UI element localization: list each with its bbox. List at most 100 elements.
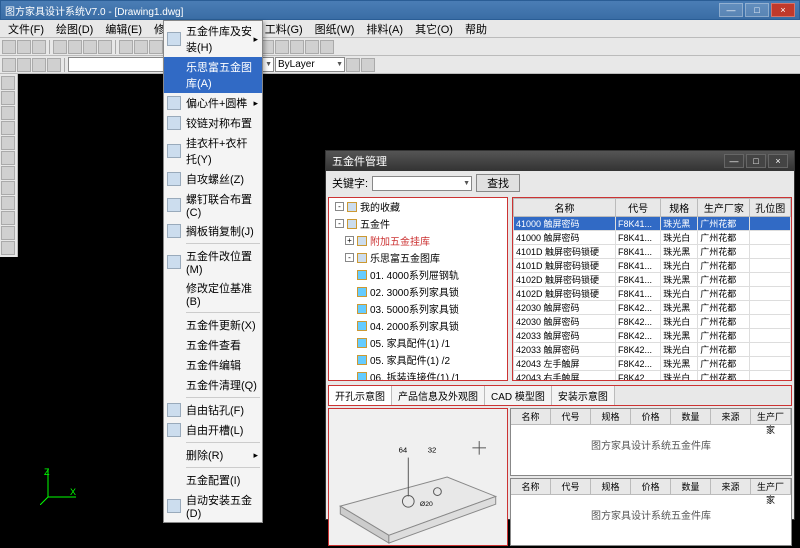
- tool-icon[interactable]: [346, 58, 360, 72]
- grid-cell[interactable]: 珠光黑: [661, 245, 698, 259]
- menu-item[interactable]: 螺钉联合布置(C): [164, 189, 262, 221]
- maximize-button[interactable]: □: [745, 3, 769, 17]
- grid-cell[interactable]: 4101D 触屏密码锁硬: [514, 245, 616, 259]
- grid-cell[interactable]: F8K42...: [615, 343, 660, 357]
- menu-item[interactable]: 自由开槽(L): [164, 420, 262, 440]
- grid-cell[interactable]: 广州花都: [698, 357, 750, 371]
- tree-node[interactable]: -乐思富五金图库: [329, 249, 507, 266]
- grid-cell[interactable]: 42043 右手触屏: [514, 371, 616, 382]
- grid-cell[interactable]: [750, 217, 791, 231]
- tree-node[interactable]: 05. 家具配件(1) /1: [329, 334, 507, 351]
- menu-item[interactable]: 铰链对称布置: [164, 113, 262, 133]
- grid-header[interactable]: 孔位图: [750, 199, 791, 217]
- tab[interactable]: 产品信息及外观图: [392, 386, 485, 405]
- grid-cell[interactable]: F8K42...: [615, 329, 660, 343]
- tool-icon[interactable]: [1, 151, 15, 165]
- grid-cell[interactable]: 42033 触屏密码: [514, 329, 616, 343]
- tool-icon[interactable]: [1, 241, 15, 255]
- tool-icon[interactable]: [32, 58, 46, 72]
- tool-icon[interactable]: [305, 40, 319, 54]
- close-button[interactable]: ×: [771, 3, 795, 17]
- tree-node[interactable]: 04. 2000系列家具锁: [329, 317, 507, 334]
- grid-cell[interactable]: 42030 触屏密码: [514, 315, 616, 329]
- grid-cell[interactable]: 广州花都: [698, 273, 750, 287]
- grid-cell[interactable]: 广州花都: [698, 287, 750, 301]
- menu-item[interactable]: 绘图(D): [50, 20, 99, 38]
- grid-cell[interactable]: 珠光白: [661, 287, 698, 301]
- tool-icon[interactable]: [134, 40, 148, 54]
- hw-maximize-button[interactable]: □: [746, 154, 766, 168]
- tool-icon[interactable]: [320, 40, 334, 54]
- menu-item[interactable]: 工料(G): [259, 20, 309, 38]
- grid-cell[interactable]: 41000 触屏密码: [514, 231, 616, 245]
- grid-header[interactable]: 代号: [615, 199, 660, 217]
- tool-icon[interactable]: [32, 40, 46, 54]
- tree-node[interactable]: 06. 拆装连接件(1) /1: [329, 368, 507, 381]
- grid-cell[interactable]: 广州花都: [698, 315, 750, 329]
- tool-icon[interactable]: [83, 40, 97, 54]
- hw-minimize-button[interactable]: —: [724, 154, 744, 168]
- menu-item[interactable]: 自由钻孔(F): [164, 400, 262, 420]
- menu-item[interactable]: 五金件查看: [164, 335, 262, 355]
- hardware-tree[interactable]: -我的收藏-五金件+附加五金挂库-乐思富五金图库01. 4000系列屉钢轨02.…: [328, 197, 508, 381]
- tab[interactable]: 开孔示意图: [329, 386, 392, 405]
- tool-icon[interactable]: [1, 121, 15, 135]
- tool-icon[interactable]: [2, 58, 16, 72]
- search-button[interactable]: 查找: [476, 174, 520, 192]
- grid-cell[interactable]: 珠光黑: [661, 357, 698, 371]
- menu-item[interactable]: 帮助: [459, 20, 493, 38]
- menu-item[interactable]: 搁板销复制(J): [164, 221, 262, 241]
- grid-cell[interactable]: 珠光黑: [661, 273, 698, 287]
- grid-cell[interactable]: [750, 343, 791, 357]
- grid-cell[interactable]: F8K42...: [615, 371, 660, 382]
- menu-item[interactable]: 自动安装五金(D): [164, 490, 262, 522]
- tool-icon[interactable]: [1, 226, 15, 240]
- grid-cell[interactable]: [750, 245, 791, 259]
- hardware-grid[interactable]: 名称代号规格生产厂家孔位图41000 触屏密码F8K41...珠光黑广州花都41…: [512, 197, 792, 381]
- tool-icon[interactable]: [53, 40, 67, 54]
- grid-header[interactable]: 规格: [661, 199, 698, 217]
- grid-cell[interactable]: F8K42...: [615, 357, 660, 371]
- hw-close-button[interactable]: ×: [768, 154, 788, 168]
- grid-cell[interactable]: 41000 触屏密码: [514, 217, 616, 231]
- tree-node[interactable]: -我的收藏: [329, 198, 507, 215]
- grid-header[interactable]: 名称: [514, 199, 616, 217]
- menu-item[interactable]: 其它(O): [409, 20, 459, 38]
- grid-cell[interactable]: 广州花都: [698, 259, 750, 273]
- grid-cell[interactable]: 珠光白: [661, 343, 698, 357]
- tool-icon[interactable]: [275, 40, 289, 54]
- grid-cell[interactable]: 珠光白: [661, 315, 698, 329]
- menu-item[interactable]: 偏心件+圆榫: [164, 93, 262, 113]
- grid-cell[interactable]: 4102D 触屏密码锁硬: [514, 273, 616, 287]
- menu-item[interactable]: 自攻螺丝(Z): [164, 169, 262, 189]
- tool-icon[interactable]: [47, 58, 61, 72]
- grid-cell[interactable]: 4102D 触屏密码锁硬: [514, 287, 616, 301]
- grid-cell[interactable]: F8K41...: [615, 231, 660, 245]
- tool-icon[interactable]: [1, 196, 15, 210]
- grid-cell[interactable]: 珠光白: [661, 259, 698, 273]
- menu-item[interactable]: 排料(A): [360, 20, 409, 38]
- grid-cell[interactable]: [750, 287, 791, 301]
- menu-item[interactable]: 删除(R): [164, 445, 262, 465]
- grid-cell[interactable]: 广州花都: [698, 371, 750, 382]
- menu-item[interactable]: 乐思富五金图库(A): [164, 57, 262, 93]
- tool-icon[interactable]: [1, 106, 15, 120]
- menu-item[interactable]: 五金配置(I): [164, 470, 262, 490]
- tree-node[interactable]: 05. 家具配件(1) /2: [329, 351, 507, 368]
- menu-item[interactable]: 编辑(E): [99, 20, 148, 38]
- grid-cell[interactable]: [750, 301, 791, 315]
- menu-item[interactable]: 五金件清理(Q): [164, 375, 262, 395]
- grid-cell[interactable]: 42033 触屏密码: [514, 343, 616, 357]
- tool-icon[interactable]: [1, 91, 15, 105]
- grid-cell[interactable]: 珠光黑: [661, 329, 698, 343]
- tree-node[interactable]: +附加五金挂库: [329, 232, 507, 249]
- grid-cell[interactable]: [750, 371, 791, 382]
- tool-icon[interactable]: [17, 58, 31, 72]
- grid-cell[interactable]: 珠光黑: [661, 217, 698, 231]
- grid-cell[interactable]: [750, 273, 791, 287]
- grid-header[interactable]: 生产厂家: [698, 199, 750, 217]
- tree-node[interactable]: -五金件: [329, 215, 507, 232]
- menu-item[interactable]: 挂衣杆+衣杆托(Y): [164, 133, 262, 169]
- tool-icon[interactable]: [2, 40, 16, 54]
- grid-cell[interactable]: [750, 315, 791, 329]
